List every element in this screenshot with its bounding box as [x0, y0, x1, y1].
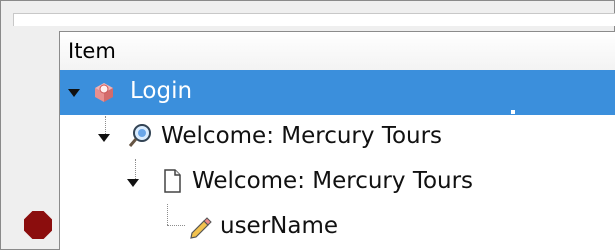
breakpoint-gutter[interactable] [1, 1, 59, 250]
browser-search-icon [128, 124, 151, 147]
tree-row-label: userName [220, 213, 339, 239]
tree-panel: Item Login Welcome: Mercury Tours Welcom… [59, 31, 615, 250]
tree-row-welcome-1[interactable]: Welcome: Mercury Tours [60, 115, 615, 160]
tree-row-username[interactable]: userName [60, 205, 615, 250]
tree-row-label: Login [130, 78, 193, 104]
gear-cube-icon [95, 83, 113, 102]
expand-triangle-icon[interactable] [127, 179, 139, 187]
tree-row-welcome-2[interactable]: Welcome: Mercury Tours [60, 160, 615, 205]
expand-triangle-icon[interactable] [68, 89, 80, 97]
page-icon [164, 169, 181, 193]
tree-row-login[interactable]: Login [60, 70, 615, 115]
column-header-item: Item [68, 39, 116, 63]
tree-header[interactable]: Item [60, 32, 615, 71]
top-strip [13, 13, 615, 26]
window: Item Login Welcome: Mercury Tours Welcom… [0, 0, 615, 250]
selection-marker [511, 110, 515, 114]
breakpoint-icon[interactable] [24, 211, 52, 239]
pencil-icon [190, 217, 212, 239]
tree-row-label: Welcome: Mercury Tours [192, 168, 474, 194]
tree-row-label: Welcome: Mercury Tours [161, 123, 443, 149]
expand-triangle-icon[interactable] [98, 134, 110, 142]
